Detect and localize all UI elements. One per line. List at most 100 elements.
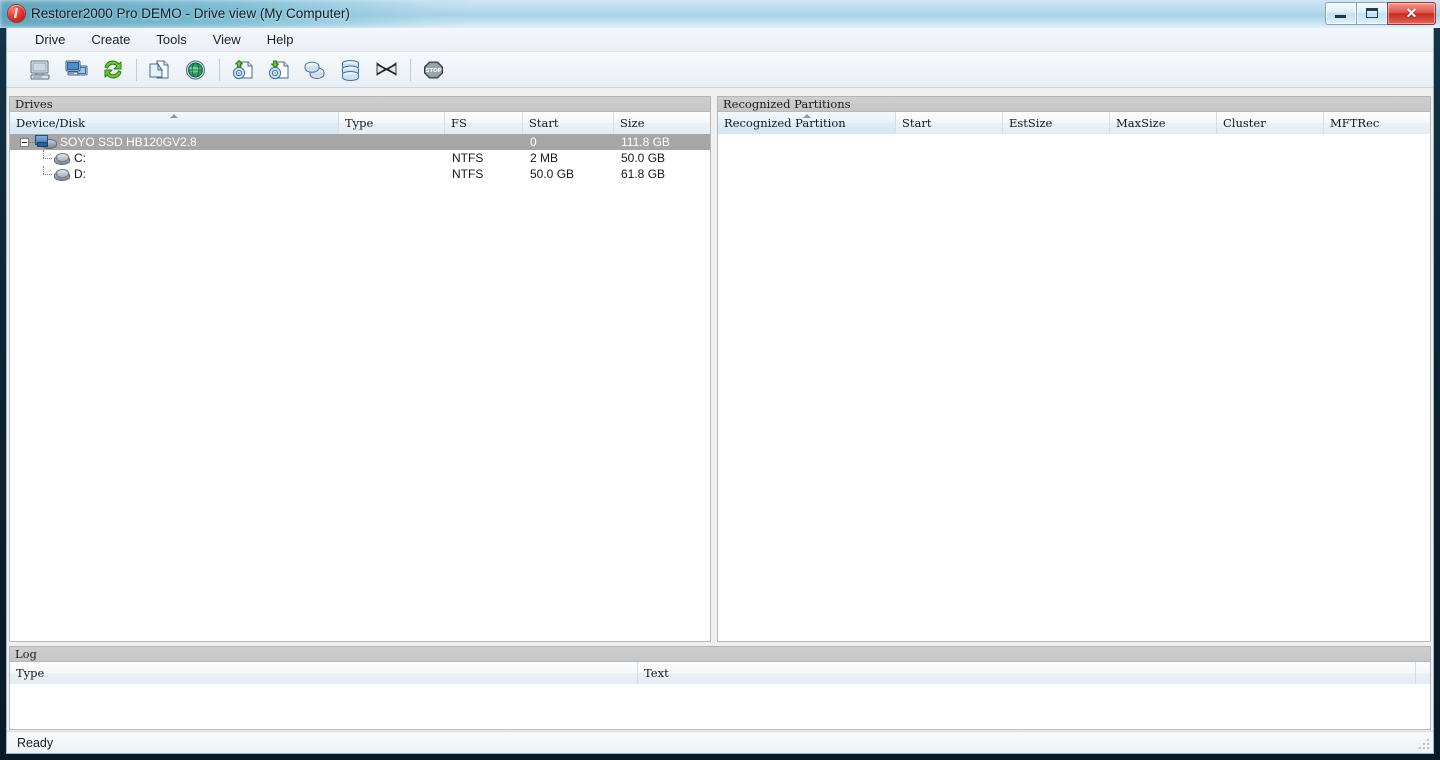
log-list-header: Type Text: [10, 662, 1430, 685]
globe-scan-icon: [184, 59, 208, 81]
maximize-icon: [1366, 8, 1378, 18]
column-header-log-text[interactable]: Text: [638, 662, 1416, 684]
connect-drive-icon: [303, 59, 327, 81]
drives-list-header: Device/Disk Type FS Start Size: [10, 112, 710, 135]
close-icon: ✕: [1405, 5, 1418, 21]
maximize-button[interactable]: [1356, 2, 1388, 25]
column-header-device-disk[interactable]: Device/Disk: [10, 112, 339, 134]
cell-start: 0: [530, 135, 537, 149]
toolbar-separator: [410, 58, 411, 81]
tree-line: [43, 158, 52, 159]
toolbar-separator: [136, 58, 137, 81]
save-image-icon: [267, 59, 291, 81]
menu-item-create[interactable]: Create: [79, 28, 142, 51]
drives-panel-caption: Drives: [9, 96, 711, 111]
partitions-panel-caption: Recognized Partitions: [717, 96, 1431, 111]
copy-files-icon: [148, 59, 172, 81]
toolbar-button-copy-files[interactable]: [142, 54, 178, 86]
network-computers-icon: [65, 59, 89, 81]
log-list-body: [10, 684, 1430, 729]
column-header-log-type[interactable]: Type: [10, 662, 638, 684]
tree-line: [43, 174, 52, 175]
physical-disk-icon: [35, 135, 57, 149]
table-row[interactable]: D: NTFS 50.0 GB 61.8 GB: [10, 166, 710, 182]
cell-start: 50.0 GB: [530, 167, 575, 181]
drives-list-body: SOYO SSD HB120GV2.8 0 111.8 GB C: NTFS 2…: [10, 134, 710, 641]
toolbar-button-globe-scan[interactable]: [178, 54, 214, 86]
logical-drive-icon: [53, 168, 70, 181]
cell-size: 50.0 GB: [621, 151, 666, 165]
cell-fs: NTFS: [452, 151, 484, 165]
partitions-list[interactable]: Recognized Partition Start EstSize MaxSi…: [717, 111, 1431, 642]
menu-item-tools[interactable]: Tools: [144, 28, 198, 51]
toolbar-separator: [219, 58, 220, 81]
resize-grip-icon[interactable]: [1418, 738, 1430, 750]
cell-size: 111.8 GB: [621, 135, 670, 149]
drives-panel: Drives Device/Disk Type FS Start Size SO…: [9, 96, 711, 642]
stop-icon: STOP: [422, 59, 446, 81]
title-bar: Restorer2000 Pro DEMO - Drive view (My C…: [0, 0, 1440, 28]
menu-item-drive[interactable]: Drive: [23, 28, 77, 51]
recognized-partitions-panel: Recognized Partitions Recognized Partiti…: [717, 96, 1431, 642]
cell-device: C:: [74, 151, 86, 165]
table-row[interactable]: SOYO SSD HB120GV2.8 0 111.8 GB: [10, 134, 710, 150]
column-header-mftrec[interactable]: MFTRec: [1324, 112, 1430, 134]
client-area: Drive Create Tools View Help STOP Drives…: [6, 28, 1434, 754]
toolbar: STOP: [7, 52, 1433, 88]
log-list[interactable]: Type Text: [9, 661, 1431, 730]
table-row[interactable]: C: NTFS 2 MB 50.0 GB: [10, 150, 710, 166]
toolbar-button-open-image[interactable]: [225, 54, 261, 86]
minimize-icon: [1335, 15, 1346, 18]
close-button[interactable]: ✕: [1387, 2, 1436, 25]
log-panel-caption: Log: [9, 646, 1431, 661]
cell-device: SOYO SSD HB120GV2.8: [60, 135, 197, 149]
menu-item-view[interactable]: View: [201, 28, 253, 51]
column-header-start[interactable]: Start: [523, 112, 614, 134]
my-computer-icon: [29, 59, 53, 81]
column-header-size[interactable]: Size: [614, 112, 710, 134]
refresh-icon: [101, 59, 125, 81]
sort-ascending-icon: [170, 114, 178, 118]
drives-list[interactable]: Device/Disk Type FS Start Size SOYO SSD …: [9, 111, 711, 642]
status-bar: Ready: [7, 731, 1433, 753]
toolbar-button-disk-stack[interactable]: [333, 54, 369, 86]
menu-item-help[interactable]: Help: [255, 28, 306, 51]
column-header-fs[interactable]: FS: [445, 112, 523, 134]
tree-line: [43, 166, 44, 174]
partitions-list-body: [718, 134, 1430, 641]
toolbar-button-save-image[interactable]: [261, 54, 297, 86]
cell-start: 2 MB: [530, 151, 559, 165]
application-window: Restorer2000 Pro DEMO - Drive view (My C…: [0, 0, 1440, 756]
window-controls: ✕: [1325, 2, 1436, 25]
toolbar-button-network-computers[interactable]: [59, 54, 95, 86]
svg-text:STOP: STOP: [425, 68, 441, 74]
toolbar-button-my-computer[interactable]: [23, 54, 59, 86]
cell-size: 61.8 GB: [621, 167, 666, 181]
column-header-estsize[interactable]: EstSize: [1003, 112, 1110, 134]
column-header-log-spacer: [1416, 662, 1430, 684]
open-image-icon: [231, 59, 255, 81]
toolbar-button-disconnect[interactable]: [369, 54, 405, 86]
window-title: Restorer2000 Pro DEMO - Drive view (My C…: [31, 6, 350, 21]
column-header-start[interactable]: Start: [896, 112, 1003, 134]
column-header-type[interactable]: Type: [339, 112, 445, 134]
cell-device: D:: [74, 167, 86, 181]
minimize-button[interactable]: [1325, 2, 1357, 25]
toolbar-button-stop[interactable]: STOP: [416, 54, 452, 86]
disk-stack-icon: [339, 59, 363, 81]
column-header-cluster[interactable]: Cluster: [1217, 112, 1324, 134]
sort-ascending-icon: [802, 114, 811, 118]
tree-collapse-icon[interactable]: [20, 138, 29, 147]
tree-line: [43, 150, 44, 158]
menu-bar: Drive Create Tools View Help: [7, 28, 1433, 52]
column-header-maxsize[interactable]: MaxSize: [1110, 112, 1217, 134]
toolbar-button-connect-drive[interactable]: [297, 54, 333, 86]
partitions-list-header: Recognized Partition Start EstSize MaxSi…: [718, 112, 1430, 135]
status-text: Ready: [17, 736, 54, 750]
disconnect-icon: [375, 59, 399, 81]
logical-drive-icon: [53, 152, 70, 165]
column-header-recognized-partition[interactable]: Recognized Partition: [718, 112, 896, 134]
toolbar-button-refresh[interactable]: [95, 54, 131, 86]
restorer-logo-icon: [8, 5, 25, 22]
log-panel: Log Type Text: [9, 646, 1431, 730]
